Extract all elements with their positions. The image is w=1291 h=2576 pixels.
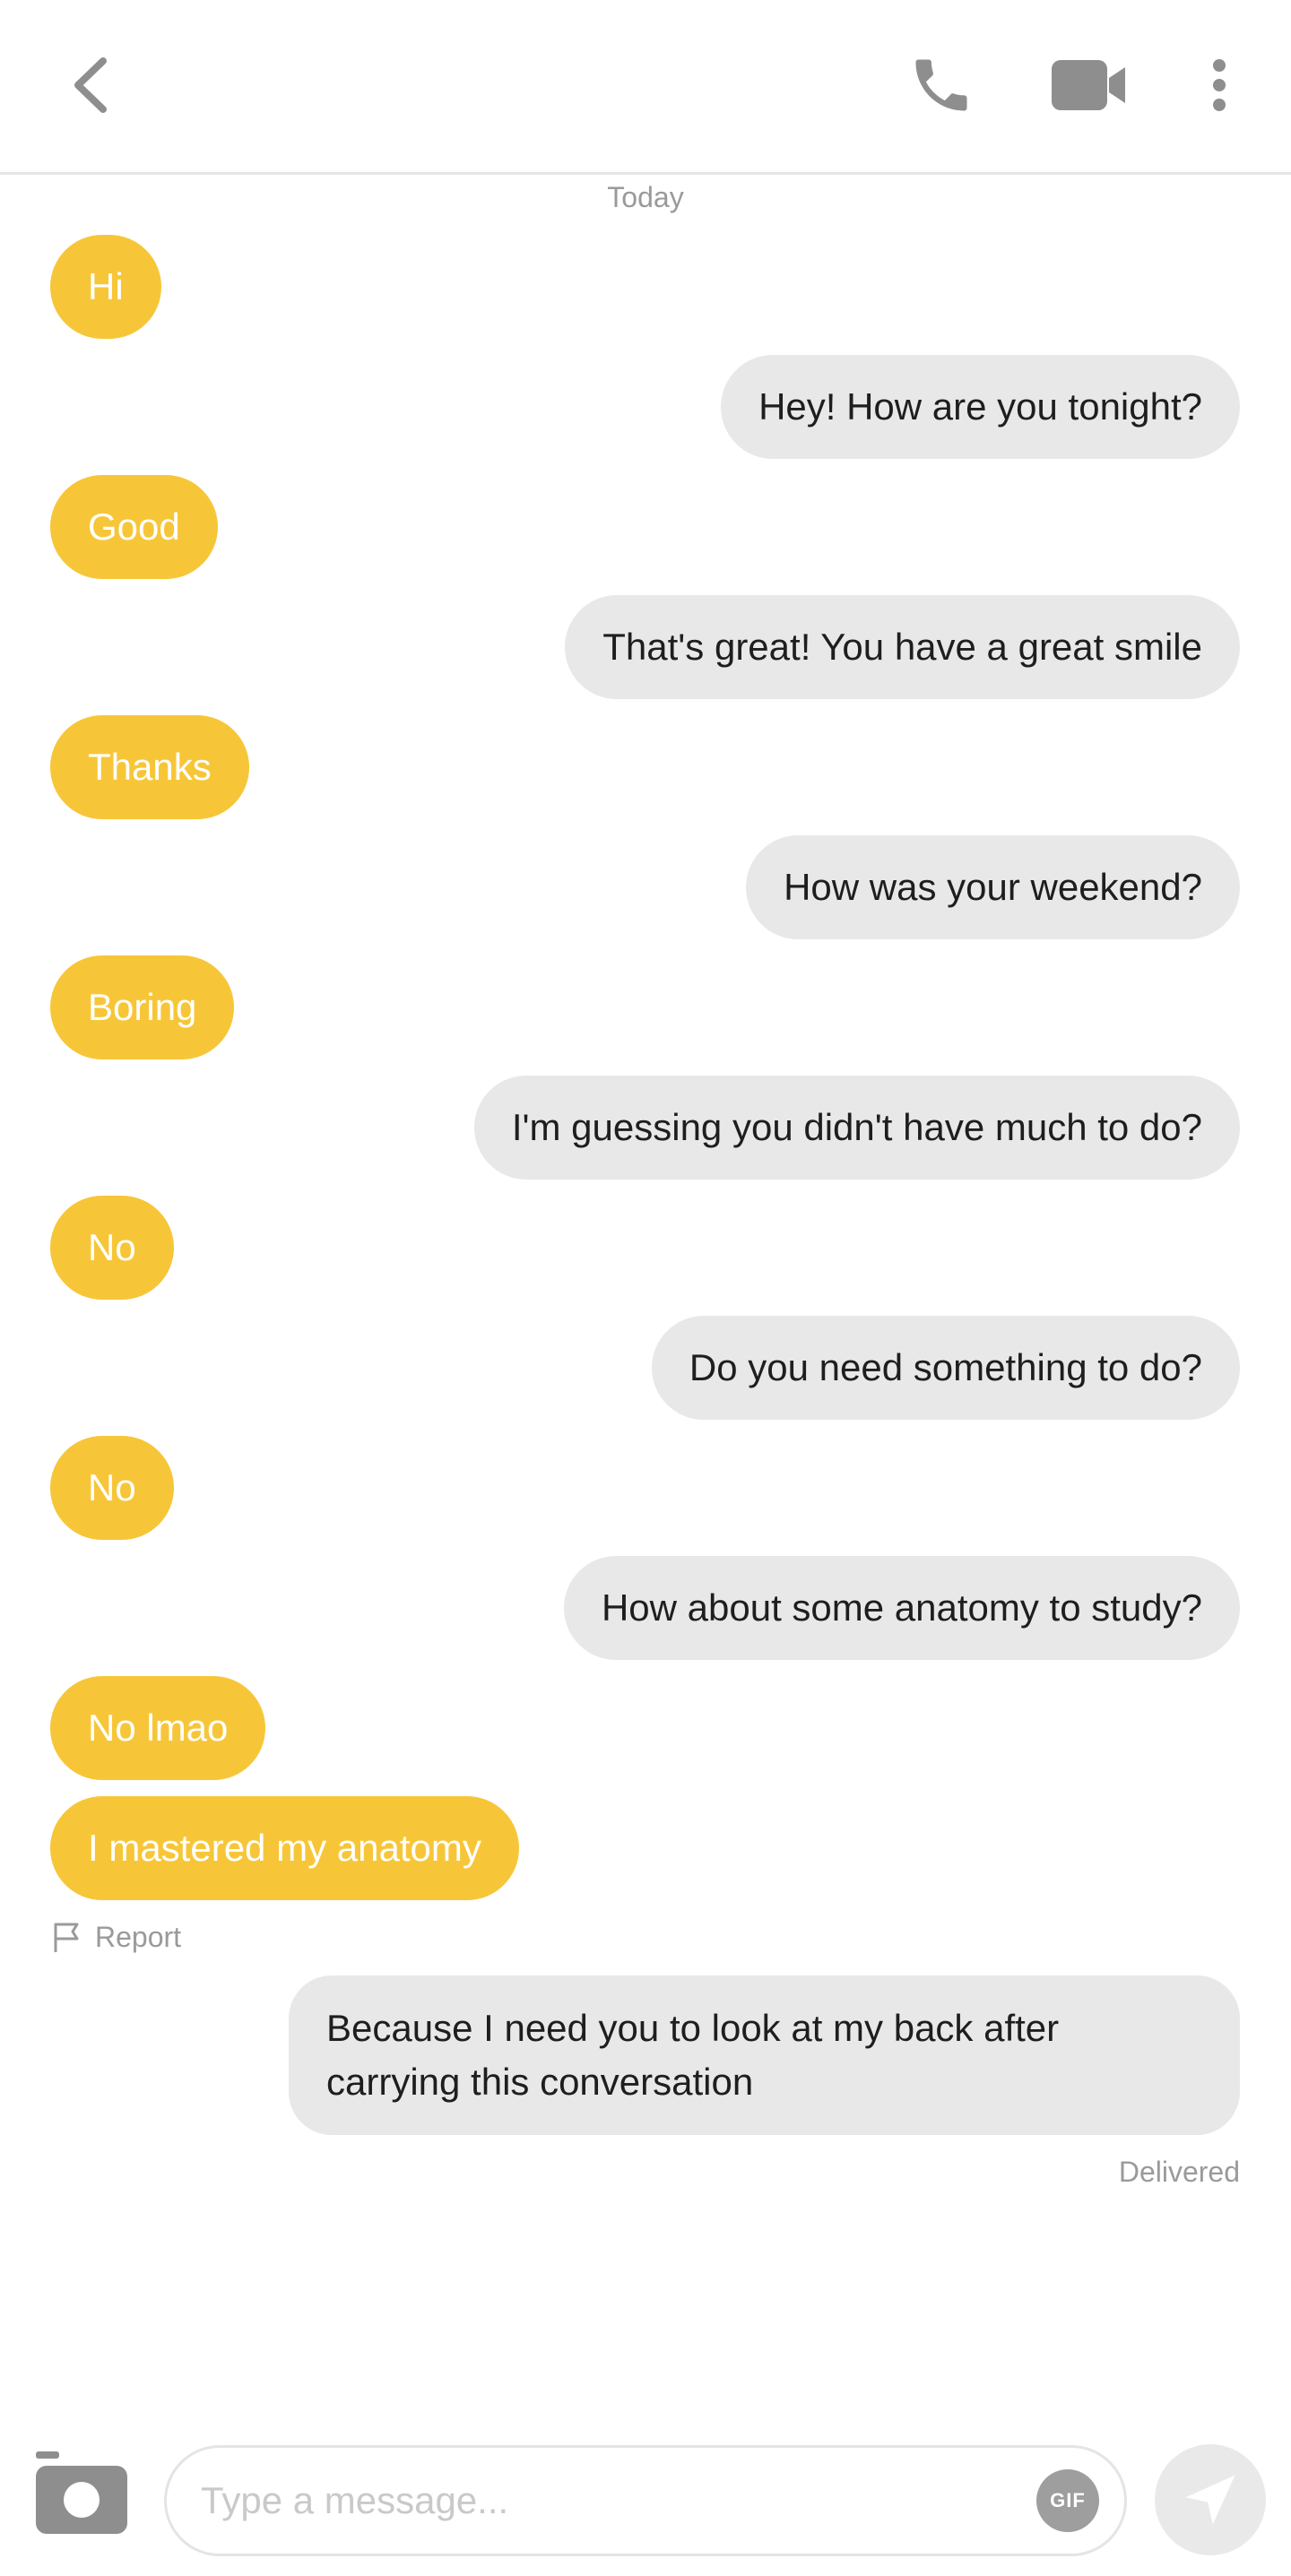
sent-message: Because I need you to look at my back af… (289, 1975, 1240, 2135)
sent-message: I'm guessing you didn't have much to do? (473, 1076, 1240, 1180)
received-message: No lmao (50, 1676, 266, 1780)
camera-icon (36, 2451, 127, 2534)
phone-icon (915, 59, 967, 111)
video-call-button[interactable] (1044, 49, 1134, 121)
more-options-button[interactable] (1192, 49, 1246, 121)
delivery-status: Delivered (1118, 2156, 1240, 2188)
received-message: Boring (50, 955, 235, 1059)
message-input[interactable] (201, 2448, 990, 2554)
received-message: No (50, 1196, 174, 1300)
sent-message: How was your weekend? (746, 835, 1240, 939)
sent-message: Hey! How are you tonight? (721, 355, 1240, 459)
message-composer: GIF (0, 2420, 1291, 2576)
send-icon (1185, 2475, 1235, 2525)
video-camera-icon (1052, 60, 1125, 110)
send-button[interactable] (1155, 2444, 1266, 2555)
report-label: Report (95, 1921, 182, 1953)
flag-icon (54, 1923, 79, 1952)
report-button[interactable]: Report (52, 1921, 181, 1954)
camera-button[interactable] (32, 2451, 131, 2541)
back-button[interactable] (54, 49, 126, 121)
gif-button[interactable]: GIF (1036, 2469, 1099, 2532)
sent-message: Do you need something to do? (651, 1316, 1240, 1420)
sent-message: That's great! You have a great smile (565, 595, 1240, 699)
date-separator: Today (607, 181, 684, 213)
message-input-container: GIF (164, 2445, 1127, 2556)
received-message: Good (50, 475, 218, 579)
more-vertical-icon (1213, 59, 1226, 111)
sent-message: How about some anatomy to study? (563, 1556, 1240, 1660)
received-message: No (50, 1436, 174, 1540)
call-button[interactable] (897, 45, 986, 125)
received-message: I mastered my anatomy (50, 1796, 519, 1900)
chat-header (0, 0, 1291, 175)
received-message: Hi (50, 235, 161, 339)
chevron-left-icon (74, 57, 107, 113)
received-message: Thanks (50, 715, 249, 819)
